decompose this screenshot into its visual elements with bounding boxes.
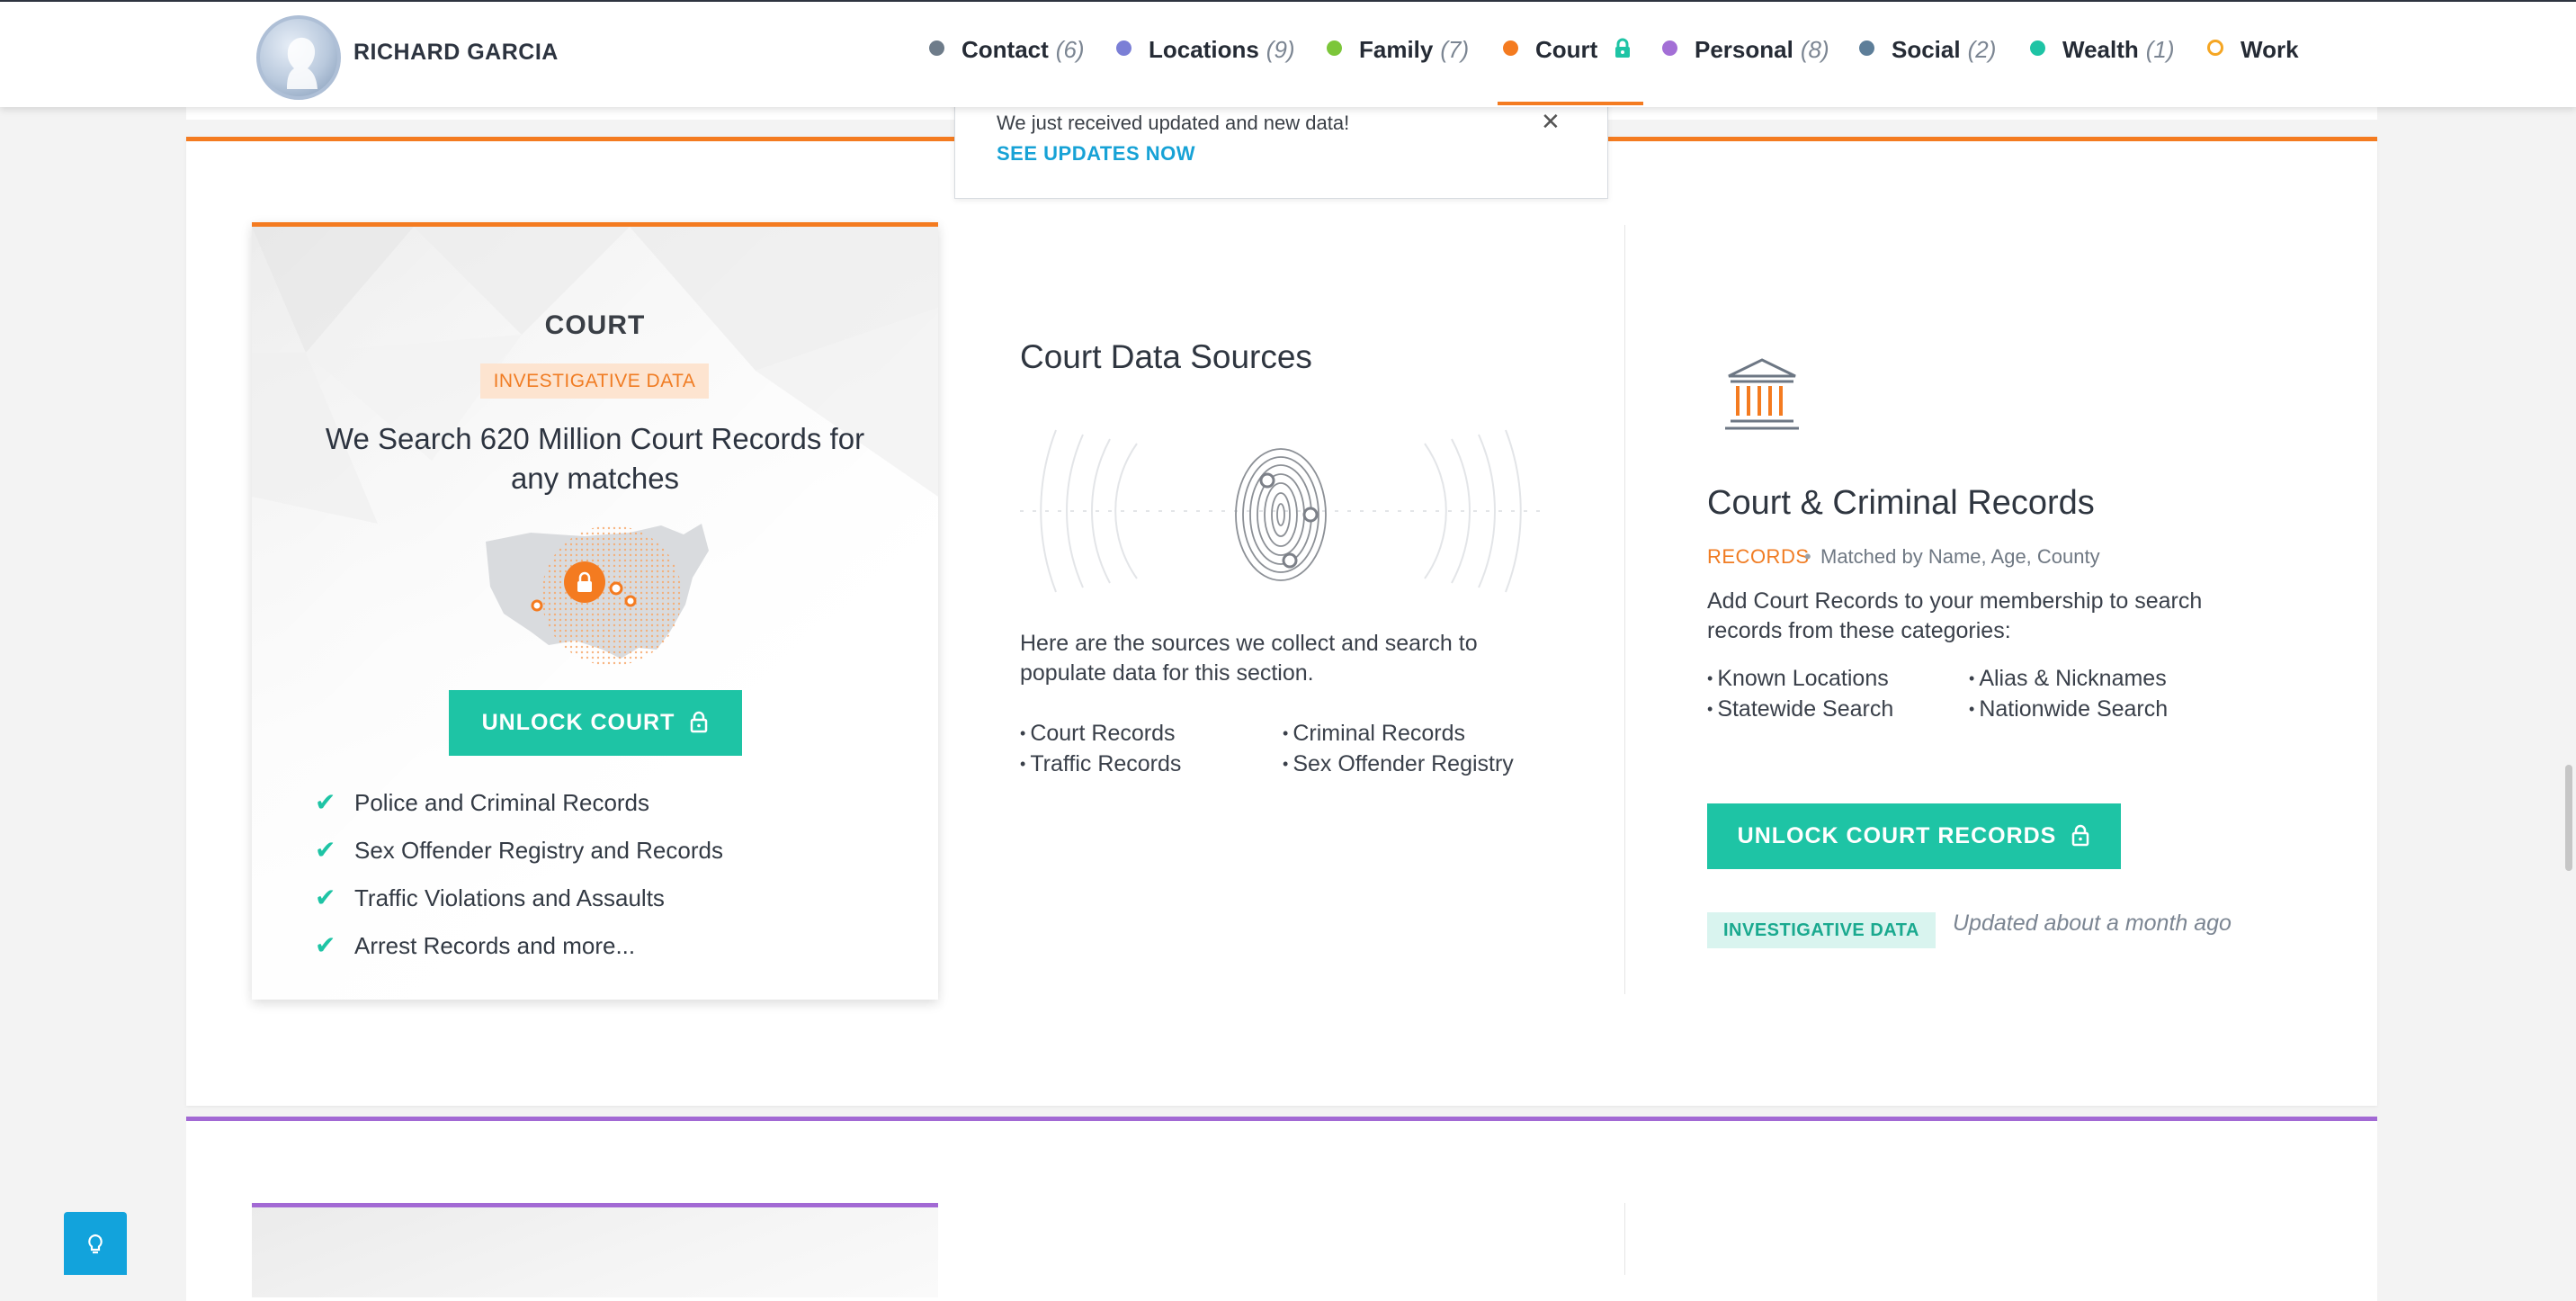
records-title: Court & Criminal Records	[1707, 484, 2095, 522]
nav-count: (1)	[2145, 36, 2175, 63]
separator-dot: •	[1804, 545, 1811, 568]
nav-active-indicator	[1498, 102, 1643, 105]
nav-label: Personal	[1695, 36, 1793, 63]
social-dot-icon	[1859, 40, 1874, 56]
category-item: Alias & Nicknames	[1969, 666, 2166, 692]
category-item: Nationwide Search	[1969, 696, 2168, 722]
nav-item-social[interactable]: Social (2)	[1859, 36, 1996, 67]
unlock-court-button[interactable]: UNLOCK COURT	[449, 690, 742, 756]
locations-dot-icon	[1116, 40, 1131, 56]
records-description: Add Court Records to your membership to …	[1707, 588, 2203, 643]
courthouse-icon	[1725, 358, 1799, 430]
nav-item-contact[interactable]: Contact (6)	[929, 36, 1085, 67]
wealth-dot-icon	[2030, 40, 2045, 56]
checkmark-icon: ✔	[315, 884, 336, 911]
nav-item-family[interactable]: Family (7)	[1327, 36, 1469, 67]
nav-count: (8)	[1800, 36, 1829, 63]
nav-label: Court	[1535, 36, 1598, 63]
work-dot-icon	[2207, 40, 2223, 56]
nav-label: Social	[1892, 36, 1961, 63]
feature-item: ✔ Sex Offender Registry and Records	[315, 835, 723, 865]
top-navigation-bar: RICHARD GARCIA Contact (6) Locations (9) F…	[0, 0, 2576, 107]
nav-count: (7)	[1440, 36, 1470, 63]
personal-feature-card	[252, 1203, 938, 1297]
profile-avatar[interactable]	[256, 15, 341, 100]
nav-count: (6)	[1055, 36, 1085, 63]
category-item: Statewide Search	[1707, 696, 1893, 722]
card-title: COURT	[544, 310, 646, 340]
lock-icon	[1614, 38, 1630, 58]
nav-item-court[interactable]: Court	[1503, 36, 1632, 67]
investigative-data-badge: INVESTIGATIVE DATA	[1707, 912, 1936, 948]
card-headline: We Search 620 Million Court Records for …	[325, 422, 865, 495]
source-item: Court Records	[1020, 721, 1175, 747]
unlock-records-label: UNLOCK COURT RECORDS	[1737, 823, 2057, 848]
feature-item: ✔ Traffic Violations and Assaults	[315, 883, 665, 912]
scrollbar-thumb[interactable]	[2565, 765, 2572, 871]
column-divider	[1624, 225, 1625, 994]
feature-text: Police and Criminal Records	[354, 789, 650, 816]
nav-item-locations[interactable]: Locations (9)	[1116, 36, 1295, 67]
records-tag: RECORDS	[1707, 545, 1810, 568]
fingerprint-icon	[1020, 429, 1542, 593]
feature-text: Sex Offender Registry and Records	[354, 837, 723, 864]
source-item: Traffic Records	[1020, 751, 1181, 777]
sources-description: Here are the sources we collect and sear…	[1020, 631, 1478, 686]
unlock-court-label: UNLOCK COURT	[481, 710, 675, 735]
us-map-icon	[486, 524, 709, 666]
source-item: Sex Offender Registry	[1283, 751, 1513, 777]
personal-dot-icon	[1662, 40, 1677, 56]
family-dot-icon	[1327, 40, 1342, 56]
court-dot-icon	[1503, 40, 1518, 56]
nav-count: (2)	[1967, 36, 1997, 63]
sources-title: Court Data Sources	[1020, 338, 1312, 375]
category-item: Known Locations	[1707, 666, 1888, 692]
help-button[interactable]	[64, 1212, 127, 1275]
lock-icon	[2072, 824, 2089, 847]
checkmark-icon: ✔	[315, 931, 336, 959]
person-silhouette-icon	[287, 37, 318, 89]
updated-timestamp: Updated about a month ago	[1953, 911, 2232, 936]
checkmark-icon: ✔	[315, 836, 336, 864]
investigative-data-badge: INVESTIGATIVE DATA	[480, 363, 709, 399]
column-divider	[1624, 1203, 1625, 1275]
source-item: Criminal Records	[1283, 721, 1465, 747]
nav-label: Locations	[1149, 36, 1259, 63]
notification-message: We just received updated and new data!	[997, 112, 1350, 134]
feature-text: Traffic Violations and Assaults	[354, 884, 665, 911]
unlock-court-records-button[interactable]: UNLOCK COURT RECORDS	[1707, 803, 2121, 869]
nav-label: Work	[2241, 36, 2299, 63]
nav-item-wealth[interactable]: Wealth (1)	[2030, 36, 2175, 67]
nav-item-work[interactable]: Work	[2207, 36, 2299, 67]
feature-item: ✔ Police and Criminal Records	[315, 787, 649, 817]
nav-item-personal[interactable]: Personal (8)	[1662, 36, 1829, 67]
contact-dot-icon	[929, 40, 944, 56]
lock-icon	[691, 711, 708, 733]
feature-text: Arrest Records and more...	[354, 932, 636, 959]
see-updates-link[interactable]: SEE UPDATES NOW	[997, 142, 1195, 166]
checkmark-icon: ✔	[315, 788, 336, 816]
court-feature-card: COURT INVESTIGATIVE DATA We Search 620 M…	[252, 222, 938, 1000]
scrollbar-track[interactable]	[2556, 105, 2576, 1267]
records-match-text: Matched by Name, Age, County	[1820, 545, 2100, 568]
nav-count: (9)	[1266, 36, 1295, 63]
close-icon[interactable]: ✕	[1541, 110, 1561, 133]
feature-item: ✔ Arrest Records and more...	[315, 930, 635, 960]
profile-name: RICHARD GARCIA	[353, 40, 559, 65]
nav-label: Wealth	[2062, 36, 2139, 63]
nav-label: Contact	[962, 36, 1049, 63]
nav-label: Family	[1359, 36, 1434, 63]
lightbulb-icon	[88, 1234, 103, 1254]
